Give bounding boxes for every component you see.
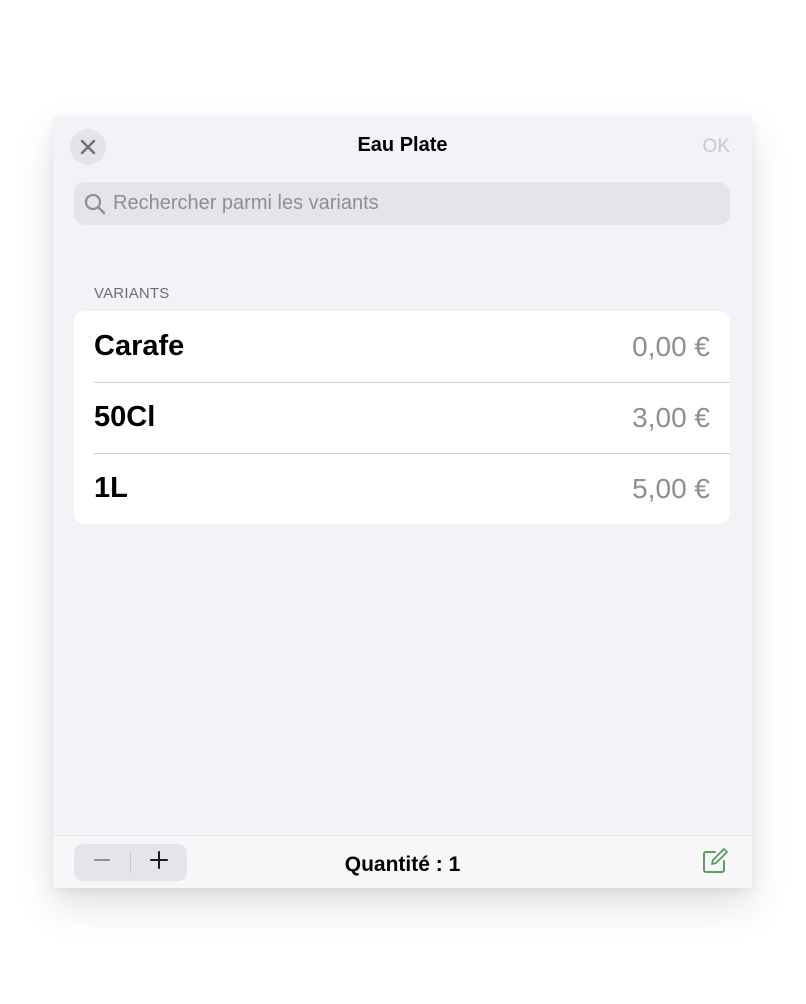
variant-name: Carafe [94, 330, 185, 362]
variants-section-header: VARIANTS [94, 285, 170, 302]
variant-price: 5,00 € [632, 472, 710, 504]
variant-picker-sheet: Eau Plate OK VARIANTS Carafe 0,00 € 50Cl… [53, 116, 752, 888]
quantity-toolbar: Quantité : 1 [53, 835, 752, 888]
variant-row-carafe[interactable]: Carafe 0,00 € [74, 311, 730, 382]
quantity-stepper [74, 844, 187, 881]
variant-name: 1L [94, 472, 128, 504]
decrement-button[interactable] [74, 844, 130, 881]
add-note-button[interactable] [700, 847, 730, 880]
variant-list: Carafe 0,00 € 50Cl 3,00 € 1L 5,00 € [74, 311, 730, 524]
variant-row-50cl[interactable]: 50Cl 3,00 € [74, 382, 730, 453]
search-icon [83, 192, 107, 216]
sheet-header: Eau Plate OK [53, 116, 752, 178]
variant-price: 0,00 € [632, 330, 710, 362]
search-bar[interactable] [74, 182, 730, 225]
plus-icon [149, 850, 169, 875]
ok-button[interactable]: OK [703, 136, 730, 158]
increment-button[interactable] [131, 844, 187, 881]
compose-note-icon [701, 847, 729, 880]
variant-price: 3,00 € [632, 401, 710, 433]
variant-row-1l[interactable]: 1L 5,00 € [74, 453, 730, 524]
variant-name: 50Cl [94, 401, 156, 433]
search-input[interactable] [113, 192, 713, 215]
minus-icon [93, 851, 111, 874]
sheet-title: Eau Plate [357, 134, 448, 156]
